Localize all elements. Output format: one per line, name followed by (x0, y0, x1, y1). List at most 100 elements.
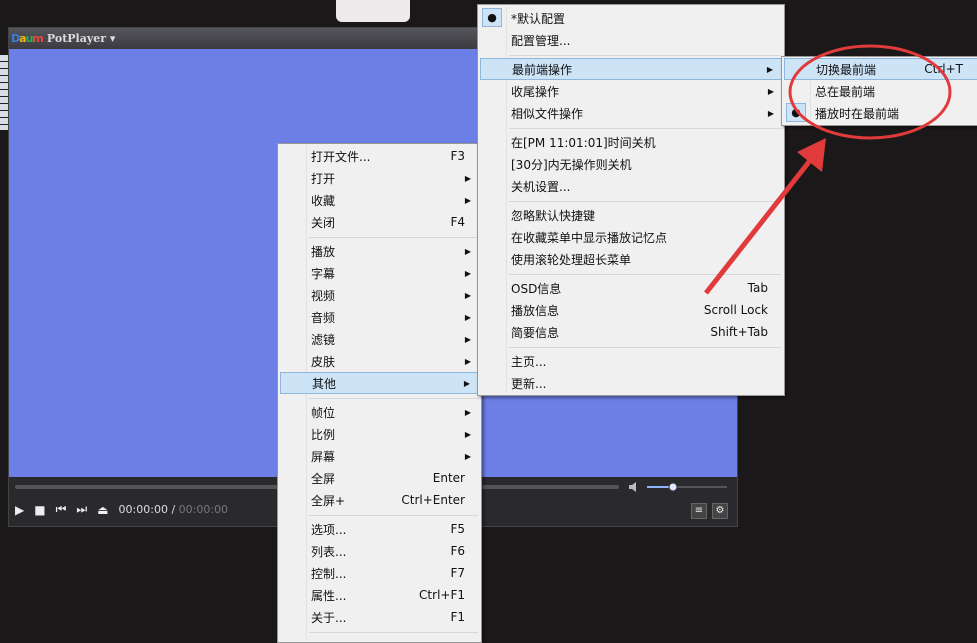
menu-item[interactable]: 控制...F7 (280, 562, 479, 584)
menu-item[interactable]: 更新... (480, 372, 782, 394)
menu-item[interactable]: 播放信息Scroll Lock (480, 299, 782, 321)
menu-item[interactable]: 比例▶ (280, 423, 479, 445)
previous-icon[interactable]: ⏮ (56, 502, 67, 517)
app-title-menu[interactable]: PotPlayer ▾ (47, 32, 116, 45)
menu-item[interactable]: 帧位▶ (280, 401, 479, 423)
play-icon[interactable]: ▶ (15, 503, 24, 517)
menu-item[interactable]: 关机设置... (480, 175, 782, 197)
menu-item[interactable]: ● *默认配置 (480, 7, 782, 29)
menu-item-label: *默认配置 (511, 10, 768, 27)
menu-item[interactable]: 全屏+Ctrl+Enter (280, 489, 479, 511)
time-current: 00:00:00 (119, 503, 168, 516)
submenu-arrow-icon: ▶ (768, 109, 774, 118)
menu-item[interactable]: [30分]内无操作则关机 (480, 153, 782, 175)
menu-item-label: 字幕 (311, 265, 465, 282)
menu-item-label: 控制... (311, 565, 450, 582)
menu-item-shortcut: F5 (450, 522, 465, 536)
menu-item[interactable]: 列表...F6 (280, 540, 479, 562)
menu-item[interactable]: 忽略默认快捷键 (480, 204, 782, 226)
menu-separator (509, 128, 781, 129)
menu-item[interactable]: 相似文件操作▶ (480, 102, 782, 124)
menu-item-label: 收尾操作 (511, 83, 768, 100)
menu-item-label: 比例 (311, 426, 465, 443)
menu-item-label: 最前端操作 (512, 61, 767, 78)
menu-item-label: 主页... (511, 353, 768, 370)
menu-item[interactable]: 属性...Ctrl+F1 (280, 584, 479, 606)
submenu-arrow-icon: ▶ (465, 335, 471, 344)
menu-item[interactable]: 配置管理... (480, 29, 782, 51)
menu-item[interactable]: 皮肤▶ (280, 350, 479, 372)
menu-item-label: 简要信息 (511, 324, 710, 341)
menu-separator (309, 515, 478, 516)
submenu-arrow-icon: ▶ (465, 430, 471, 439)
submenu-arrow-icon: ▶ (464, 379, 470, 388)
menu-item-label: 播放时在最前端 (815, 105, 964, 122)
menu-item-shortcut: F1 (450, 610, 465, 624)
menu-item[interactable]: 总在最前端 (784, 80, 977, 102)
menu-item[interactable]: 屏幕▶ (280, 445, 479, 467)
playlist-icon[interactable]: ≡ (691, 503, 707, 519)
menu-item[interactable]: OSD信息Tab (480, 277, 782, 299)
time-total: 00:00:00 (179, 503, 228, 516)
menu-separator (509, 347, 781, 348)
background-window-edge (0, 55, 8, 130)
eject-icon[interactable]: ⏏ (97, 503, 108, 517)
menu-item[interactable]: 打开▶ (280, 167, 479, 189)
topmost-submenu: 切换最前端Ctrl+T 总在最前端 ●播放时在最前端 (781, 56, 977, 126)
volume-slider[interactable] (629, 481, 729, 493)
menu-separator (309, 632, 478, 633)
menu-item-label: 在[PM 11:01:01]时间关机 (511, 134, 768, 151)
menu-item[interactable]: 播放▶ (280, 240, 479, 262)
submenu-arrow-icon: ▶ (465, 408, 471, 417)
menu-item-label: 选项... (311, 521, 450, 538)
time-display: 00:00:00 / 00:00:00 (119, 503, 229, 516)
menu-item-label: 皮肤 (311, 353, 465, 370)
settings-gear-icon[interactable]: ⚙ (712, 503, 728, 519)
menu-item-label: 相似文件操作 (511, 105, 768, 122)
menu-item[interactable]: 打开文件...F3 (280, 145, 479, 167)
menu-item[interactable]: 收尾操作▶ (480, 80, 782, 102)
stop-icon[interactable]: ■ (34, 503, 45, 517)
menu-item[interactable]: 其他▶ (280, 372, 479, 394)
menu-item[interactable]: 在收藏菜单中显示播放记忆点 (480, 226, 782, 248)
time-separator: / (168, 503, 179, 516)
menu-item[interactable]: 简要信息Shift+Tab (480, 321, 782, 343)
menu-item[interactable]: 字幕▶ (280, 262, 479, 284)
submenu-arrow-icon: ▶ (465, 174, 471, 183)
daum-logo: Daum (11, 32, 43, 45)
menu-item-label: 音频 (311, 309, 465, 326)
menu-item[interactable]: 主页... (480, 350, 782, 372)
menu-item-label: 播放 (311, 243, 465, 260)
menu-item[interactable]: 关闭F4 (280, 211, 479, 233)
menu-item[interactable]: 视频▶ (280, 284, 479, 306)
menu-item-label: 滤镜 (311, 331, 465, 348)
menu-item-label: 收藏 (311, 192, 465, 209)
menu-item[interactable]: 滤镜▶ (280, 328, 479, 350)
menu-item[interactable]: 音频▶ (280, 306, 479, 328)
menu-item-label: 忽略默认快捷键 (511, 207, 768, 224)
menu-item-label: 总在最前端 (815, 83, 964, 100)
menu-item-label: 播放信息 (511, 302, 704, 319)
menu-separator (309, 398, 478, 399)
submenu-arrow-icon: ▶ (465, 357, 471, 366)
menu-item[interactable]: 在[PM 11:01:01]时间关机 (480, 131, 782, 153)
submenu-arrow-icon: ▶ (465, 452, 471, 461)
menu-item-shortcut: F4 (450, 215, 465, 229)
menu-item-label: 帧位 (311, 404, 465, 421)
menu-item-label: 配置管理... (511, 32, 768, 49)
menu-item[interactable]: ●播放时在最前端 (784, 102, 977, 124)
menu-item[interactable]: 最前端操作▶ (480, 58, 782, 80)
menu-item-shortcut: Ctrl+Enter (401, 493, 465, 507)
menu-item-shortcut: F7 (450, 566, 465, 580)
check-bullet-icon: ● (482, 8, 502, 27)
menu-item[interactable]: 切换最前端Ctrl+T (784, 58, 977, 80)
menu-item[interactable]: 使用滚轮处理超长菜单 (480, 248, 782, 270)
menu-item[interactable]: 全屏Enter (280, 467, 479, 489)
menu-item-label: 其他 (312, 375, 464, 392)
menu-item[interactable]: 选项...F5 (280, 518, 479, 540)
menu-item[interactable]: 关于...F1 (280, 606, 479, 628)
menu-item[interactable]: 收藏▶ (280, 189, 479, 211)
submenu-arrow-icon: ▶ (465, 313, 471, 322)
speaker-icon (629, 482, 636, 492)
next-icon[interactable]: ⏭ (76, 502, 87, 517)
